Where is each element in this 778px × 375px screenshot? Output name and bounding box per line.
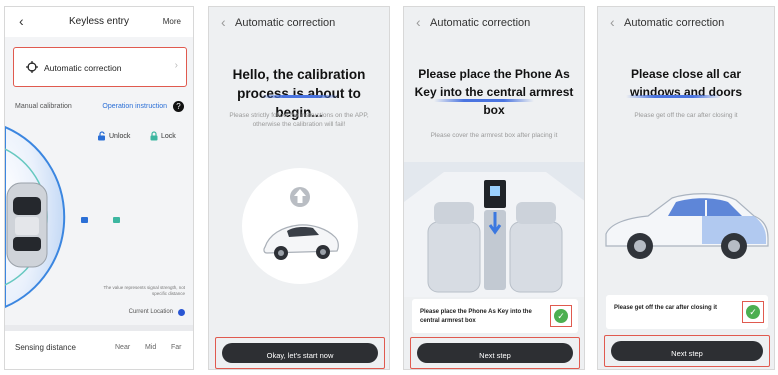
header: ‹ Automatic correction: [404, 7, 584, 37]
next-step-label: Next step: [479, 351, 511, 360]
car-top-view: [6, 182, 48, 268]
more-button[interactable]: More: [163, 17, 181, 26]
car-illustration: [242, 168, 358, 284]
unlock-threshold-marker[interactable]: [81, 217, 88, 223]
header: ‹ Automatic correction: [209, 7, 389, 37]
header: ‹ Keyless entry More: [5, 7, 193, 37]
close-windows-screen: ‹ Automatic correction Please close all …: [597, 6, 775, 370]
page-title: Automatic correction: [430, 17, 531, 29]
option-near[interactable]: Near: [115, 344, 130, 351]
sensing-distance-row: Sensing distance Near Mid Far: [5, 331, 193, 369]
confirm-text: Please get off the car after closing it: [614, 305, 718, 311]
operation-instruction-link[interactable]: Operation instruction: [102, 103, 167, 110]
manual-calibration-label: Manual calibration: [15, 103, 72, 110]
highlight-bar: [261, 95, 339, 98]
automatic-correction-label: Automatic correction: [44, 63, 122, 73]
headline: Please place the Phone As Key into the c…: [414, 67, 574, 117]
target-icon: [26, 61, 38, 73]
current-location-dot: [178, 309, 185, 316]
chevron-right-icon: ›: [174, 60, 178, 71]
keyless-entry-screen: ‹ Keyless entry More Automatic correctio…: [4, 6, 194, 370]
calibration-start-screen: ‹ Automatic correction Hello, the calibr…: [208, 6, 390, 370]
chevron-left-icon[interactable]: ‹: [610, 14, 615, 30]
page-title: Automatic correction: [235, 17, 336, 29]
next-step-button[interactable]: Next step: [417, 343, 573, 363]
next-step-button[interactable]: Next step: [611, 341, 763, 361]
start-button[interactable]: Okay, let's start now: [222, 343, 378, 363]
start-button-label: Okay, let's start now: [266, 351, 334, 360]
start-button-highlight: Okay, let's start now: [215, 337, 385, 369]
check-icon[interactable]: ✓: [554, 309, 568, 323]
option-mid[interactable]: Mid: [145, 344, 156, 351]
chevron-left-icon[interactable]: ‹: [221, 14, 226, 30]
upload-icon: [290, 187, 310, 207]
next-step-label: Next step: [671, 349, 703, 358]
subtext: Please cover the armrest box after placi…: [430, 132, 558, 139]
sensing-range-visualization: [5, 125, 120, 309]
option-far[interactable]: Far: [171, 344, 182, 351]
next-button-highlight: Next step: [410, 337, 580, 369]
check-icon[interactable]: ✓: [746, 305, 760, 319]
car-interior-illustration: [404, 162, 584, 297]
confirm-checkbox-highlight: ✓: [550, 305, 572, 327]
subtext: Please strictly follow the instructions …: [229, 112, 369, 128]
highlight-bar: [434, 99, 534, 102]
place-phone-screen: ‹ Automatic correction Please place the …: [403, 6, 585, 370]
current-location-label: Current Location: [128, 309, 173, 315]
header: ‹ Automatic correction: [598, 7, 774, 37]
signal-note: The value represents signal strength, no…: [103, 285, 185, 296]
chevron-left-icon[interactable]: ‹: [416, 14, 421, 30]
confirm-checkbox-highlight: ✓: [742, 301, 764, 323]
lock-threshold-marker[interactable]: [113, 217, 120, 223]
next-button-highlight: Next step: [604, 335, 770, 367]
car-illustration: [605, 193, 769, 259]
subtext: Please get off the car after closing it: [634, 112, 738, 119]
sensing-distance-label: Sensing distance: [15, 343, 76, 352]
info-icon[interactable]: ?: [173, 101, 184, 112]
highlight-bar: [626, 95, 722, 98]
page-title: Automatic correction: [624, 17, 725, 29]
confirm-text: Please place the Phone As Key into the c…: [420, 309, 532, 324]
automatic-correction-item[interactable]: Automatic correction ›: [13, 47, 187, 87]
